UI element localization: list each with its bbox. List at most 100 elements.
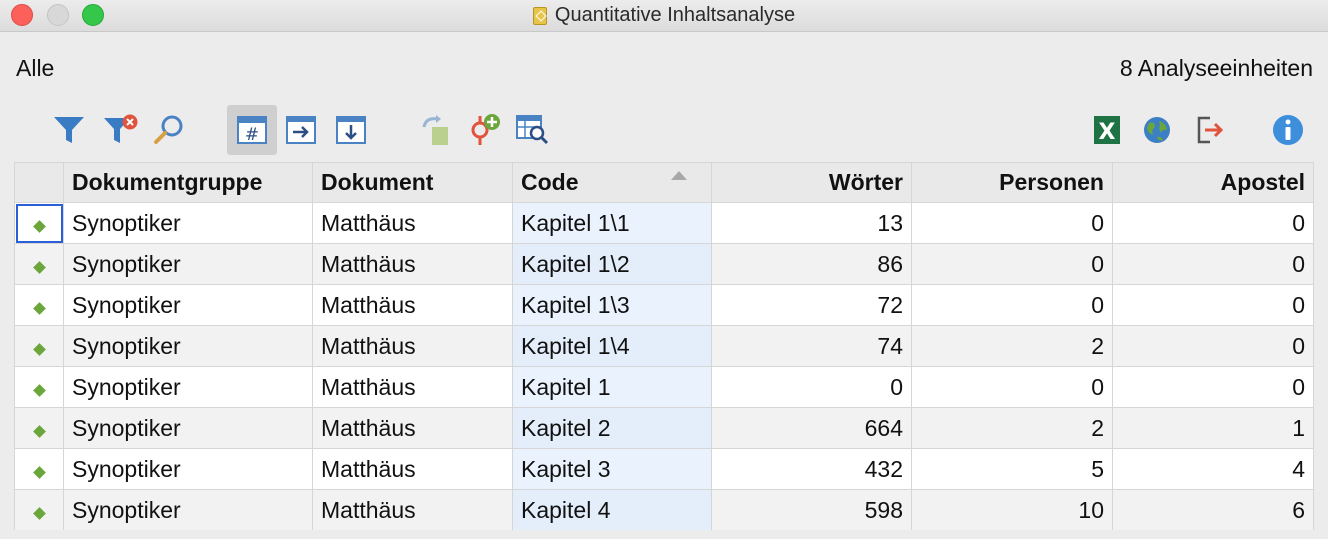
table-row[interactable]: Synoptiker Matthäus Kapitel 2 664 2 1: [14, 407, 1314, 449]
cell-code[interactable]: Kapitel 1\2: [512, 243, 712, 285]
cell-dokumentgruppe[interactable]: Synoptiker: [63, 325, 313, 367]
add-code-icon: [471, 114, 500, 145]
redo-button[interactable]: [410, 105, 460, 155]
export-down-icon: [336, 116, 366, 144]
column-header-code[interactable]: Code: [512, 162, 712, 203]
cell-apostel[interactable]: 0: [1112, 243, 1314, 285]
cell-dokumentgruppe[interactable]: Synoptiker: [63, 489, 313, 531]
cell-dokument[interactable]: Matthäus: [312, 448, 513, 490]
row-selector[interactable]: [14, 202, 64, 244]
cell-apostel[interactable]: 6: [1112, 489, 1314, 531]
cell-woerter[interactable]: 664: [711, 407, 912, 449]
cell-dokument[interactable]: Matthäus: [312, 366, 513, 408]
cell-personen[interactable]: 0: [911, 243, 1113, 285]
cell-dokument[interactable]: Matthäus: [312, 325, 513, 367]
cell-woerter[interactable]: 86: [711, 243, 912, 285]
cell-code[interactable]: Kapitel 1\4: [512, 325, 712, 367]
cell-dokument[interactable]: Matthäus: [312, 202, 513, 244]
row-marker-icon: [32, 506, 46, 520]
column-header-personen[interactable]: Personen: [911, 162, 1113, 203]
row-marker-icon: [32, 424, 46, 438]
cell-apostel[interactable]: 4: [1112, 448, 1314, 490]
cell-dokument[interactable]: Matthäus: [312, 284, 513, 326]
count-table-icon: #: [237, 116, 267, 145]
column-header-woerter[interactable]: Wörter: [711, 162, 912, 203]
column-header-apostel[interactable]: Apostel: [1112, 162, 1314, 203]
table-row[interactable]: Synoptiker Matthäus Kapitel 1 0 0 0: [14, 366, 1314, 408]
cell-apostel[interactable]: 0: [1112, 325, 1314, 367]
row-selector[interactable]: [14, 284, 64, 326]
export-down-button[interactable]: [326, 105, 376, 155]
export-button[interactable]: [1185, 105, 1235, 155]
column-header-dokumentgruppe[interactable]: Dokumentgruppe: [63, 162, 313, 203]
cell-dokumentgruppe[interactable]: Synoptiker: [63, 243, 313, 285]
cell-code[interactable]: Kapitel 3: [512, 448, 712, 490]
cell-dokumentgruppe[interactable]: Synoptiker: [63, 366, 313, 408]
table-row[interactable]: Synoptiker Matthäus Kapitel 1\2 86 0 0: [14, 243, 1314, 285]
cell-woerter[interactable]: 74: [711, 325, 912, 367]
column-header-selector[interactable]: [14, 162, 64, 203]
export-excel-button[interactable]: X: [1082, 105, 1132, 155]
export-right-button[interactable]: [276, 105, 326, 155]
table-row[interactable]: Synoptiker Matthäus Kapitel 1\4 74 2 0: [14, 325, 1314, 367]
cell-dokumentgruppe[interactable]: Synoptiker: [63, 284, 313, 326]
row-selector[interactable]: [14, 366, 64, 408]
cell-personen[interactable]: 0: [911, 284, 1113, 326]
cell-dokumentgruppe[interactable]: Synoptiker: [63, 448, 313, 490]
cell-personen[interactable]: 0: [911, 366, 1113, 408]
search-button[interactable]: [144, 105, 194, 155]
table-row[interactable]: Synoptiker Matthäus Kapitel 3 432 5 4: [14, 448, 1314, 490]
cell-code[interactable]: Kapitel 1\3: [512, 284, 712, 326]
cell-woerter[interactable]: 598: [711, 489, 912, 531]
cell-personen[interactable]: 5: [911, 448, 1113, 490]
cell-dokumentgruppe[interactable]: Synoptiker: [63, 407, 313, 449]
cell-personen[interactable]: 0: [911, 202, 1113, 244]
cell-code[interactable]: Kapitel 2: [512, 407, 712, 449]
cell-apostel[interactable]: 0: [1112, 284, 1314, 326]
window-bottom-edge: [0, 530, 1328, 539]
cell-dokument[interactable]: Matthäus: [312, 489, 513, 531]
table-row[interactable]: Synoptiker Matthäus Kapitel 4 598 10 6: [14, 489, 1314, 531]
filter-button[interactable]: [44, 105, 94, 155]
cell-apostel[interactable]: 1: [1112, 407, 1314, 449]
cell-code[interactable]: Kapitel 1: [512, 366, 712, 408]
excel-icon: X: [1094, 116, 1120, 145]
export-right-icon: [286, 116, 316, 144]
cell-code[interactable]: Kapitel 4: [512, 489, 712, 531]
info-button[interactable]: [1263, 105, 1313, 155]
remove-filter-button[interactable]: [95, 105, 145, 155]
row-selector[interactable]: [14, 448, 64, 490]
cell-dokument[interactable]: Matthäus: [312, 243, 513, 285]
export-html-button[interactable]: [1132, 105, 1182, 155]
table-row[interactable]: Synoptiker Matthäus Kapitel 1\3 72 0 0: [14, 284, 1314, 326]
cell-woerter[interactable]: 0: [711, 366, 912, 408]
table-search-button[interactable]: [508, 105, 558, 155]
cell-personen[interactable]: 10: [911, 489, 1113, 531]
add-code-button[interactable]: [460, 105, 510, 155]
cell-dokumentgruppe[interactable]: Synoptiker: [63, 202, 313, 244]
row-selector[interactable]: [14, 243, 64, 285]
row-selector[interactable]: [14, 407, 64, 449]
row-selector[interactable]: [14, 489, 64, 531]
cell-woerter[interactable]: 432: [711, 448, 912, 490]
cell-code[interactable]: Kapitel 1\1: [512, 202, 712, 244]
cell-woerter[interactable]: 72: [711, 284, 912, 326]
count-table-button[interactable]: #: [227, 105, 277, 155]
row-marker-icon: [32, 342, 46, 356]
filter-icon: [54, 117, 84, 143]
cell-personen[interactable]: 2: [911, 407, 1113, 449]
cell-apostel[interactable]: 0: [1112, 366, 1314, 408]
cell-apostel[interactable]: 0: [1112, 202, 1314, 244]
cell-dokument[interactable]: Matthäus: [312, 407, 513, 449]
export-icon: [1197, 116, 1224, 144]
filter-remove-icon: [104, 114, 138, 143]
search-icon: [154, 115, 183, 144]
column-header-dokument[interactable]: Dokument: [312, 162, 513, 203]
table-row[interactable]: Synoptiker Matthäus Kapitel 1\1 13 0 0: [14, 202, 1314, 244]
app-icon: [532, 6, 547, 25]
row-selector[interactable]: [14, 325, 64, 367]
results-table: Dokumentgruppe Dokument Code Wörter Pers…: [14, 162, 1314, 531]
table-header-row: Dokumentgruppe Dokument Code Wörter Pers…: [14, 162, 1314, 203]
cell-personen[interactable]: 2: [911, 325, 1113, 367]
cell-woerter[interactable]: 13: [711, 202, 912, 244]
